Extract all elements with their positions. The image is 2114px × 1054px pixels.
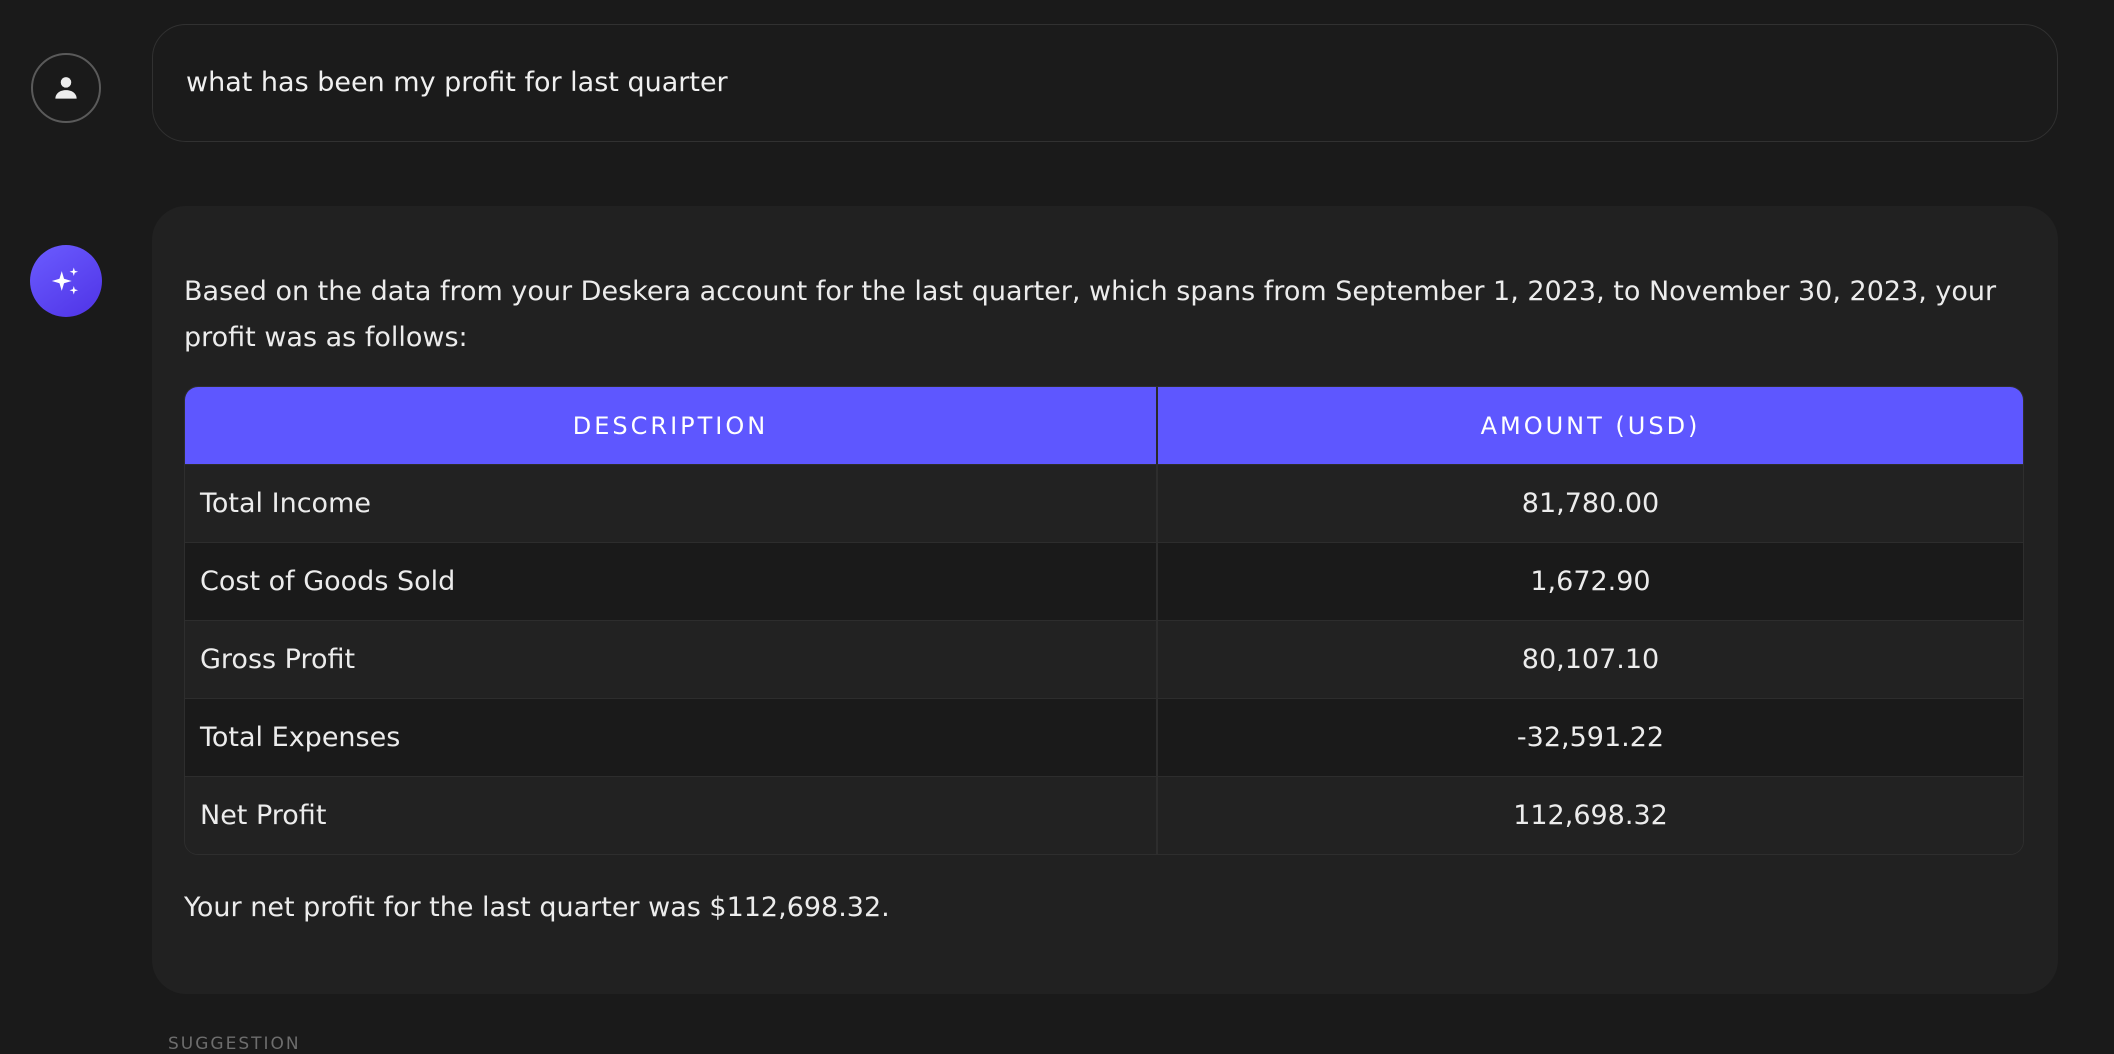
sparkle-icon xyxy=(51,267,79,295)
profit-table: DESCRIPTION AMOUNT (USD) Total Income 81… xyxy=(184,386,2024,855)
ai-response-intro: Based on the data from your Deskera acco… xyxy=(184,276,1997,353)
row-amount: 112,698.32 xyxy=(1158,776,2023,854)
row-description: Gross Profit xyxy=(185,620,1158,698)
ai-response-card: Based on the data from your Deskera acco… xyxy=(152,206,2058,994)
table-row: Total Expenses -32,591.22 xyxy=(185,698,2023,776)
table-row: Gross Profit 80,107.10 xyxy=(185,620,2023,698)
table-row: Cost of Goods Sold 1,672.90 xyxy=(185,542,2023,620)
user-avatar xyxy=(31,53,101,123)
row-amount: 81,780.00 xyxy=(1158,464,2023,542)
user-message-bubble: what has been my profit for last quarter xyxy=(152,24,2058,142)
row-amount: -32,591.22 xyxy=(1158,698,2023,776)
suggestion-section-label: SUGGESTION xyxy=(168,1034,301,1054)
column-header-description: DESCRIPTION xyxy=(185,387,1158,464)
table-row: Net Profit 112,698.32 xyxy=(185,776,2023,854)
row-description: Cost of Goods Sold xyxy=(185,542,1158,620)
column-header-amount: AMOUNT (USD) xyxy=(1158,387,2023,464)
row-description: Total Income xyxy=(185,464,1158,542)
ai-avatar xyxy=(30,245,102,317)
table-header-row: DESCRIPTION AMOUNT (USD) xyxy=(185,387,2023,464)
row-amount: 80,107.10 xyxy=(1158,620,2023,698)
user-icon xyxy=(55,77,77,99)
row-description: Net Profit xyxy=(185,776,1158,854)
row-description: Total Expenses xyxy=(185,698,1158,776)
row-amount: 1,672.90 xyxy=(1158,542,2023,620)
user-message-text: what has been my profit for last quarter xyxy=(186,67,728,98)
table-row: Total Income 81,780.00 xyxy=(185,464,2023,542)
ai-response-summary: Your net profit for the last quarter was… xyxy=(184,892,890,923)
